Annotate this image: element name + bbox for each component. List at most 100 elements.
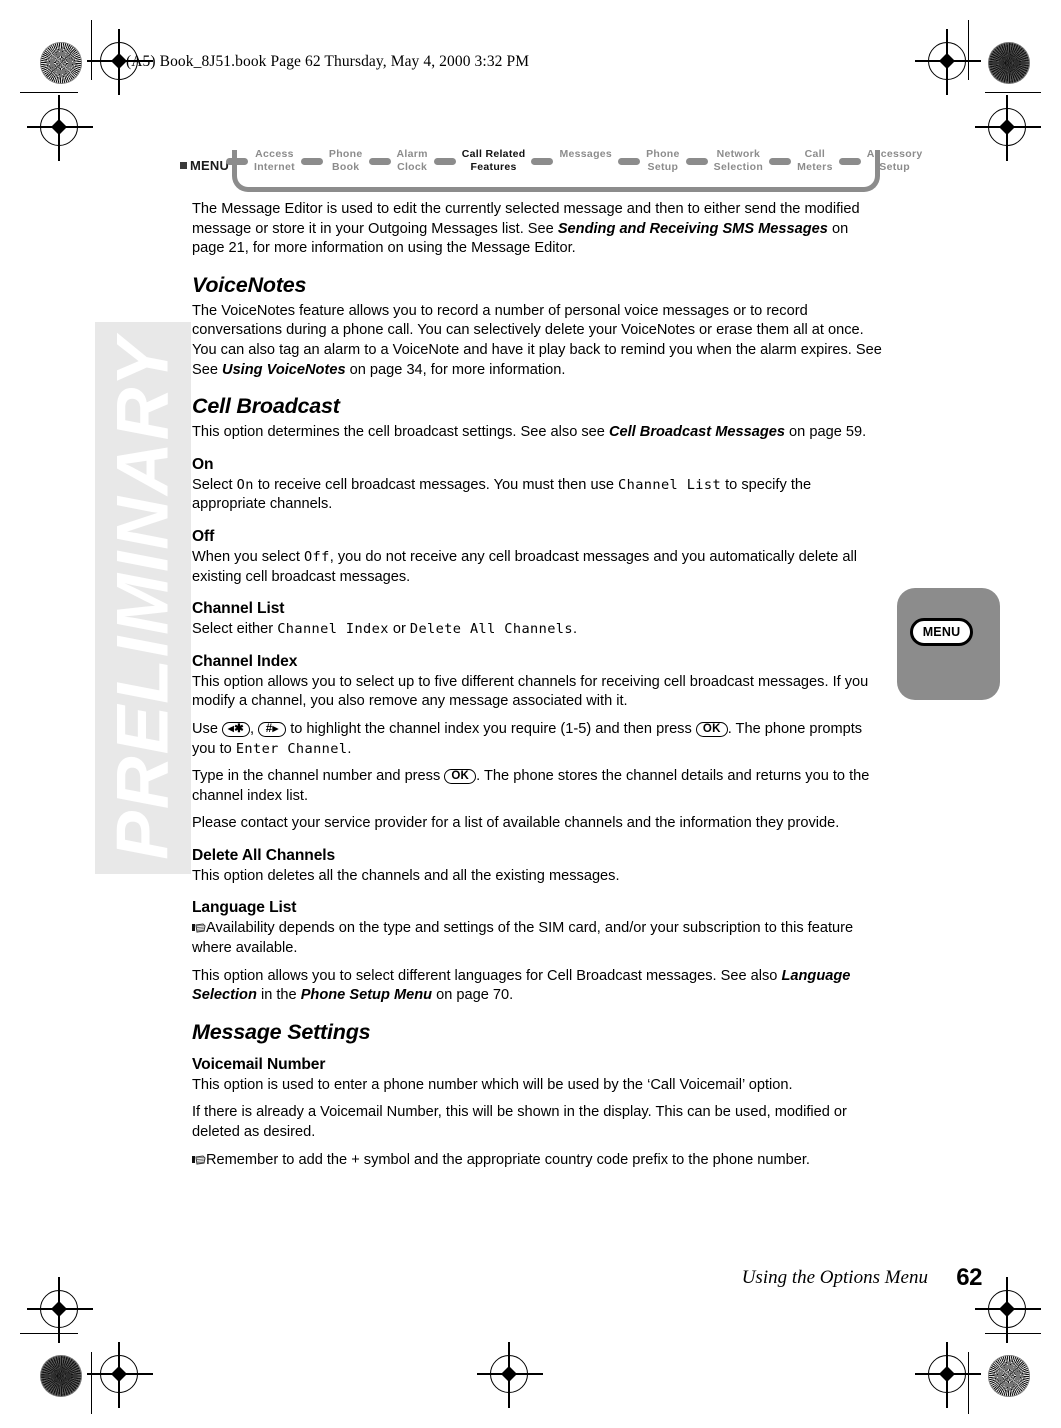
registration-burst-top-left — [40, 42, 82, 84]
heading-off: Off — [192, 527, 215, 545]
text-run: Type in the channel number and press — [192, 768, 445, 785]
text-run: on page 70. — [432, 987, 514, 1004]
text-run: . — [347, 740, 352, 757]
navbar-connector-dash — [685, 158, 708, 165]
text-run: Select either — [192, 621, 278, 638]
trim-line-bottom-right-v — [968, 1352, 970, 1414]
cross-reference: Sending and Receiving SMS Messages — [557, 220, 828, 237]
footer-section-title: Using the Options Menu — [741, 1267, 928, 1288]
trim-line-top-left-v — [91, 20, 93, 80]
text-run: When you select — [192, 548, 304, 565]
heading-message-settings: Message Settings — [192, 1019, 371, 1044]
paragraph-delete-all-channels: This option deletes all the channels and… — [192, 867, 620, 884]
trim-line-left-bottom-h — [20, 1333, 78, 1335]
ok-key-icon: OK — [695, 721, 728, 737]
navbar-connector-dash — [433, 158, 456, 165]
registration-cross-top-right — [915, 29, 981, 95]
paragraph-language-list: This option allows you to select differe… — [192, 967, 882, 1006]
text-run: Remember to add the + symbol and the app… — [206, 1151, 810, 1168]
navbar-connector-dash — [300, 158, 323, 165]
cross-reference: Cell Broadcast Messages — [608, 424, 785, 441]
registration-cross-left-top — [27, 95, 93, 161]
text-run: , — [250, 720, 259, 737]
paragraph-channel-list: Select either Channel Index or Delete Al… — [192, 620, 882, 640]
navbar-connector-dash — [618, 158, 641, 165]
paragraph-voicenotes: The VoiceNotes feature allows you to rec… — [192, 302, 882, 380]
paragraph-channel-index-1: This option allows you to select up to f… — [192, 673, 869, 710]
nav-item-accessory-setup[interactable]: Accessory Setup — [865, 146, 925, 173]
text-run: Select — [192, 476, 237, 493]
paragraph-channel-index-2: Use ◂✱, #▸ to highlight the channel inde… — [192, 720, 882, 759]
device-text-channel-index: Channel Index — [277, 621, 389, 638]
paragraph-off: When you select Off, you do not receive … — [192, 548, 882, 587]
text-run: Use — [192, 720, 223, 737]
heading-delete-all-channels: Delete All Channels — [192, 846, 336, 864]
registration-cross-bottom-center — [477, 1342, 543, 1408]
navbar-connector-dash — [531, 158, 554, 165]
trim-line-right-bottom-h — [985, 1333, 1041, 1335]
page-content: The Message Editor is used to edit the c… — [192, 200, 882, 1170]
nav-item-access-internet[interactable]: Access Internet — [252, 146, 297, 173]
text-run: Availability depends on the type and set… — [192, 920, 854, 957]
heading-channel-index: Channel Index — [192, 652, 298, 670]
paragraph-channel-index-3: Type in the channel number and press OK.… — [192, 767, 882, 806]
paragraph-channel-index-4: Please contact your service provider for… — [192, 815, 840, 832]
heading-cell-broadcast: Cell Broadcast — [192, 394, 340, 419]
device-text-off: Off — [303, 548, 330, 565]
navbar-connector-dash — [769, 158, 792, 165]
navbar-connector-dash — [226, 158, 248, 165]
text-run: or — [388, 621, 410, 638]
print-run-header: (A5) Book_8J51.book Page 62 Thursday, Ma… — [126, 53, 530, 70]
ok-key-icon: OK — [444, 769, 477, 785]
text-run: in the — [256, 987, 301, 1004]
cross-reference: Using VoiceNotes — [222, 361, 346, 378]
navbar-menu-square-icon — [180, 162, 187, 169]
nav-item-phone-setup[interactable]: Phone Setup — [644, 146, 682, 173]
nav-item-alarm-clock[interactable]: Alarm Clock — [395, 146, 430, 173]
hash-key-icon: #▸ — [258, 721, 287, 737]
text-run: This option allows you to select differe… — [192, 967, 782, 984]
text-run: on page 59. — [785, 424, 867, 441]
star-key-icon: ◂✱ — [222, 721, 251, 737]
preliminary-watermark-band: PRELIMINARY — [95, 322, 191, 874]
heading-voicenotes: VoiceNotes — [192, 272, 307, 297]
registration-burst-bottom-left — [40, 1355, 82, 1397]
nav-item-call-related-features[interactable]: Call Related Features — [460, 146, 528, 173]
heading-channel-list: Channel List — [192, 600, 285, 618]
trim-line-top-right-v — [968, 20, 970, 80]
nav-item-phone-book[interactable]: Phone Book — [327, 146, 365, 173]
registration-cross-bottom-right — [915, 1342, 981, 1408]
navbar-connector-dash — [838, 158, 861, 165]
paragraph-message-editor: The Message Editor is used to edit the c… — [192, 200, 882, 259]
menu-path-navbar: MENU Access Internet Phone Book Alarm Cl… — [180, 146, 922, 192]
nav-item-messages[interactable]: Messages — [557, 146, 614, 161]
note-hand-icon — [192, 922, 206, 934]
paragraph-on: Select On to receive cell broadcast mess… — [192, 476, 882, 515]
device-text-on: On — [236, 476, 254, 493]
text-run: . — [572, 621, 578, 638]
navbar-items: Access Internet Phone Book Alarm Clock C… — [226, 146, 922, 182]
device-text-enter-channel: Enter Channel — [235, 740, 348, 757]
side-menu-button[interactable]: MENU — [910, 618, 973, 646]
heading-voicemail-number: Voicemail Number — [192, 1055, 326, 1073]
navbar-menu-label-text: MENU — [190, 158, 230, 173]
note-voicemail: Remember to add the + symbol and the app… — [192, 1151, 882, 1171]
paragraph-voicemail-1: This option is used to enter a phone num… — [192, 1076, 793, 1093]
registration-burst-bottom-right — [988, 1355, 1030, 1397]
text-run: This option determines the cell broadcas… — [192, 424, 609, 441]
navbar-connector-dash — [368, 158, 391, 165]
text-run: to highlight the channel index you requi… — [286, 720, 696, 737]
registration-burst-top-right — [988, 42, 1030, 84]
trim-line-bottom-left-v — [91, 1352, 93, 1414]
paragraph-voicemail-2: If there is already a Voicemail Number, … — [192, 1104, 847, 1141]
trim-line-right-top-h — [985, 92, 1041, 94]
paragraph-cell-broadcast: This option determines the cell broadcas… — [192, 423, 882, 443]
nav-item-network-selection[interactable]: Network Selection — [712, 146, 765, 173]
nav-item-call-meters[interactable]: Call Meters — [795, 146, 835, 173]
registration-cross-bottom-left — [87, 1342, 153, 1408]
note-hand-icon — [192, 1154, 206, 1166]
device-text-channel-list: Channel List — [618, 476, 722, 493]
text-run: to receive cell broadcast messages. You … — [253, 476, 619, 493]
trim-line-left-top-h — [20, 92, 78, 94]
cross-reference: Phone Setup Menu — [300, 987, 433, 1004]
